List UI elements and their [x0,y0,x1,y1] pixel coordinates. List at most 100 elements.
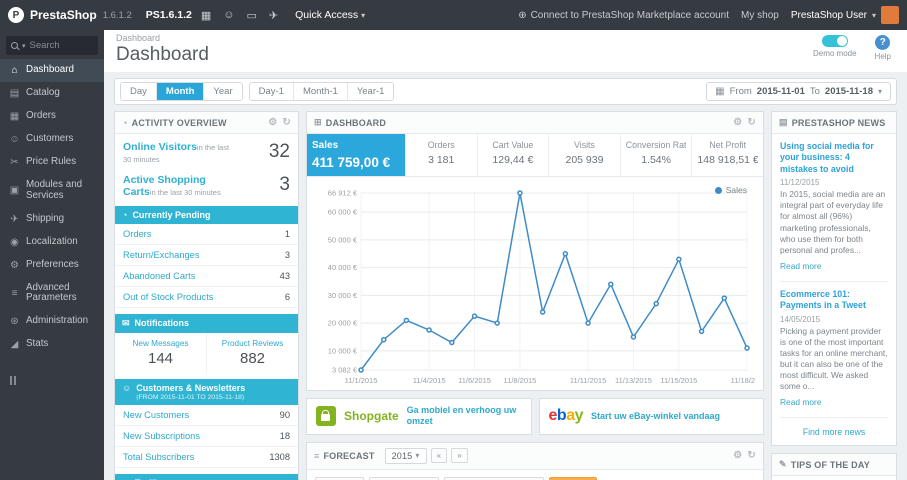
sidebar-item-customers[interactable]: ☺ Customers [0,128,104,151]
sliders-icon: ≡ [11,287,18,299]
refresh-icon[interactable]: ↻ [747,117,756,128]
search-icon [11,42,18,49]
person-icon[interactable]: ☺ [223,9,234,21]
my-shop-link[interactable]: My shop [741,10,779,21]
sidebar-item-shipping[interactable]: ✈ Shipping [0,208,104,231]
search-input[interactable] [29,40,93,51]
demo-mode-control[interactable]: Demo mode [813,35,857,61]
user-name: PrestaShop User [790,9,867,21]
svg-text:66 912 €: 66 912 € [328,189,358,198]
range-day-1-button[interactable]: Day-1 [249,83,294,100]
sidebar-item-localization[interactable]: ◉ Localization [0,231,104,254]
quick-access-menu[interactable]: Quick Access ▾ [295,9,365,21]
kpi-visits[interactable]: Visits 205 939 [548,134,620,176]
sidebar-item-catalog[interactable]: ▤ Catalog [0,82,104,105]
pending-row-returns[interactable]: Return/Exchanges 3 [115,245,298,267]
pending-row-orders[interactable]: Orders 1 [115,224,298,246]
range-year-1-button[interactable]: Year-1 [347,83,394,100]
cart-icon[interactable]: ▦ [201,9,211,22]
user-menu[interactable]: PrestaShop User ▾ [791,6,899,24]
sidebar-item-stats[interactable]: ◢ Stats [0,333,104,356]
customers-row-new-customers[interactable]: New Customers 90 [115,405,298,427]
read-more-link[interactable]: Read more [780,261,821,271]
pending-row-abandoned-carts[interactable]: Abandoned Carts 43 [115,266,298,288]
kpi-sales[interactable]: Sales 411 759,00 € [307,134,405,176]
online-visitors-metric: Online Visitorsin the last 30 minutes 32 [115,134,298,167]
active-carts-value: 3 [279,174,290,196]
sidebar-search[interactable]: ▾ [6,36,98,55]
chevron-down-icon: ▾ [871,10,876,20]
forecast-panel: ≡ FORECAST 2015 ▾ « » ⚙ ↻ [306,441,764,480]
sidebar-item-preferences[interactable]: ⚙ Preferences [0,254,104,277]
product-reviews-cell[interactable]: Product Reviews 882 [206,333,298,374]
from-label: From [729,86,752,97]
sidebar-item-price-rules[interactable]: ✂ Price Rules [0,151,104,174]
collapse-sidebar-button[interactable] [0,370,104,391]
pending-row-out-of-stock[interactable]: Out of Stock Products 6 [115,287,298,309]
forecast-toggle-sales[interactable]: Sales [549,476,597,480]
range-year-button[interactable]: Year [204,83,242,100]
read-more-link[interactable]: Read more [780,397,821,407]
kpi-value: 1.54% [641,154,671,166]
envelope-icon: ✉ [122,318,130,329]
shop-name-link[interactable]: PS1.6.1.2 [146,9,192,21]
kpi-conversion-rate[interactable]: Conversion Rate 1.54% [619,134,692,176]
row-label: Return/Exchanges [123,250,200,261]
kpi-row: Sales 411 759,00 € Orders 3 181 Cart Value… [307,134,763,177]
sales-chart-area: Sales 66 912 € 60 000 € 50 000 € 40 000 € 30… [307,177,763,390]
news-item: Using social media for your business: 4 … [780,141,888,274]
news-item-title[interactable]: Using social media for your business: 4 … [780,141,888,175]
monitor-icon[interactable]: ▭ [247,9,257,22]
refresh-icon[interactable]: ↻ [282,117,291,128]
ebay-link[interactable]: Start uw eBay-winkel vandaag [591,411,720,422]
kpi-label: Cart Value [492,140,534,150]
range-day-button[interactable]: Day [121,83,157,100]
refresh-icon[interactable]: ↻ [747,450,756,461]
forecast-year-select[interactable]: 2015 ▾ [384,447,427,464]
customers-row-new-subscriptions[interactable]: New Subscriptions 18 [115,426,298,448]
news-item-title[interactable]: Ecommerce 101: Payments in a Tweet [780,289,888,312]
forecast-toggle-average-cart-value[interactable]: Average Cart Value [443,476,545,480]
help-control[interactable]: ? Help [875,35,891,61]
forecast-next-button[interactable]: » [451,448,468,463]
customers-row-total-subscribers[interactable]: Total Subscribers 1308 [115,447,298,469]
forecast-toggle-conversion[interactable]: Conversion [369,476,439,480]
sidebar-item-administration[interactable]: ⊛ Administration [0,310,104,333]
legend-label: Sales [725,185,747,195]
gear-icon[interactable]: ⚙ [733,450,742,461]
find-more-news-link[interactable]: Find more news [780,425,888,438]
help-icon[interactable]: ? [875,35,891,50]
online-visitors-label: Online Visitorsin the last 30 minutes [123,141,230,165]
range-month-1-button[interactable]: Month-1 [293,83,348,100]
svg-text:10 000 €: 10 000 € [328,346,358,355]
sidebar-item-advanced-parameters[interactable]: ≡ Advanced Parameters [0,277,104,311]
sidebar-item-modules[interactable]: ▣ Modules and Services [0,174,104,208]
news-item-excerpt: Picking a payment provider is one of the… [780,325,888,392]
sidebar-item-orders[interactable]: ▦ Orders [0,105,104,128]
date-range-picker[interactable]: ▦ From 2015-11-01 To 2015-11-18 ▾ [706,82,891,101]
shopgate-link[interactable]: Ga mobiel en verhoog uw omzet [407,405,522,428]
forecast-toggle-traffic[interactable]: Traffic [315,476,365,480]
breadcrumb: Dashboard [116,33,161,43]
divider [780,280,888,282]
sidebar-item-label: Price Rules [26,156,77,168]
range-month-button[interactable]: Month [156,83,205,100]
marketplace-link[interactable]: ⊕ Connect to PrestaShop Marketplace acco… [518,10,729,21]
customers-newsletters-header: ☺ Customers & Newsletters (FROM 2015-11-0… [115,379,298,406]
gear-icon[interactable]: ⚙ [733,117,742,128]
rocket-icon[interactable]: ✈ [269,9,278,22]
sidebar-item-dashboard[interactable]: ⌂ Dashboard [0,59,104,82]
collapse-icon [10,376,12,386]
svg-text:40 000 €: 40 000 € [328,263,358,272]
range-prev-button-group: Day-1 Month-1 Year-1 [248,82,395,101]
sidebar-item-label: Stats [26,338,49,350]
chart-legend[interactable]: Sales [714,185,747,195]
gear-icon[interactable]: ⚙ [268,117,277,128]
kpi-cart-value[interactable]: Cart Value 129,44 € [476,134,549,176]
kpi-net-profit[interactable]: Net Profit 148 918,51 € [691,134,763,176]
kpi-orders[interactable]: Orders 3 181 [404,134,477,176]
new-messages-cell[interactable]: New Messages 144 [115,333,206,373]
forecast-icon: ≡ [314,450,320,461]
forecast-prev-button[interactable]: « [430,448,448,463]
demo-mode-toggle[interactable] [821,35,848,47]
